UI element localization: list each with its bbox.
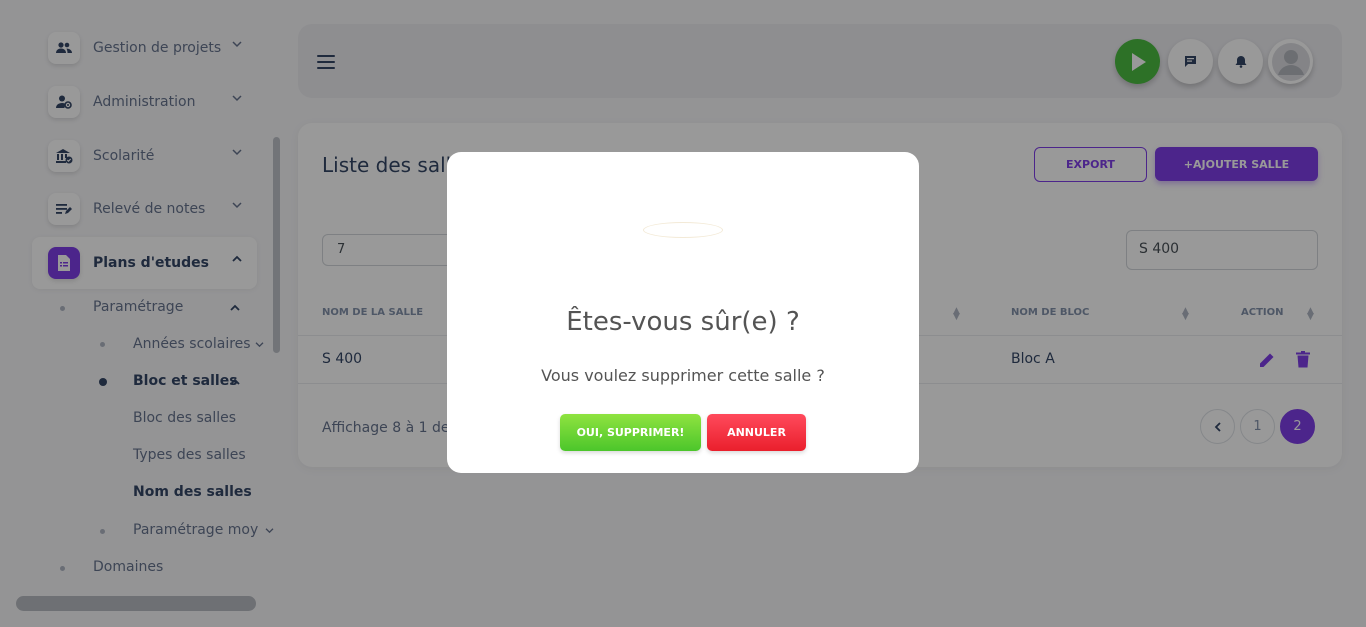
cancel-button[interactable]: ANNULER [707,414,806,451]
confirm-delete-dialog: Êtes-vous sûr(e) ? Vous voulez supprimer… [447,152,919,473]
warning-icon [643,222,723,238]
confirm-delete-button[interactable]: OUI, SUPPRIMER! [560,414,701,451]
dialog-message: Vous voulez supprimer cette salle ? [541,366,825,385]
dialog-title: Êtes-vous sûr(e) ? [566,307,800,337]
